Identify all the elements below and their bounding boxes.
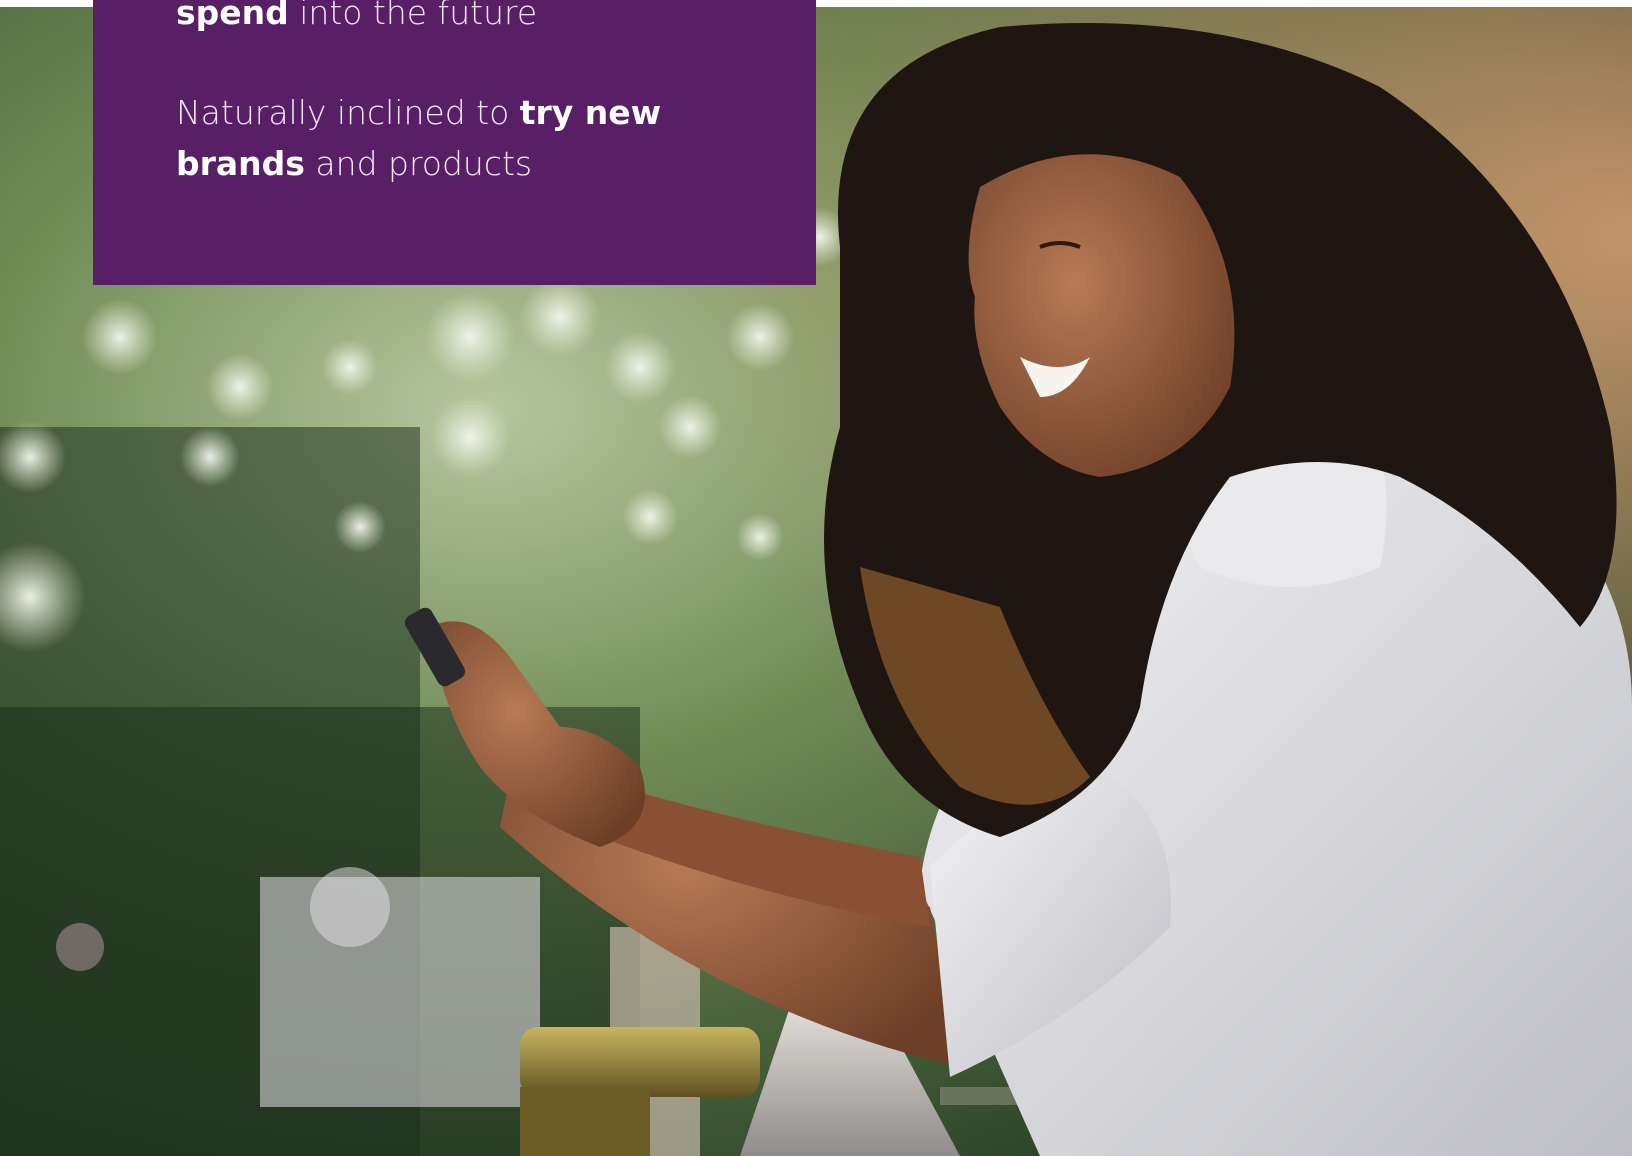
callout-text-products: and products — [304, 144, 533, 183]
callout-line-naturally-inclined: Naturally inclined to try new — [176, 87, 776, 138]
callout-line-brands: brands and products — [176, 138, 776, 189]
callout-text-naturally: Naturally inclined to — [176, 93, 520, 132]
callout-bold-spend: spend — [176, 0, 289, 32]
callout-bold-brands: brands — [176, 144, 305, 183]
page: spend into the future Naturally inclined… — [0, 0, 1632, 1156]
callout-text-future: into the future — [288, 0, 538, 32]
callout-line-spend: spend into the future — [176, 0, 776, 38]
callout-bold-try-new: try new — [519, 93, 662, 132]
promo-callout-panel: spend into the future Naturally inclined… — [93, 0, 816, 285]
